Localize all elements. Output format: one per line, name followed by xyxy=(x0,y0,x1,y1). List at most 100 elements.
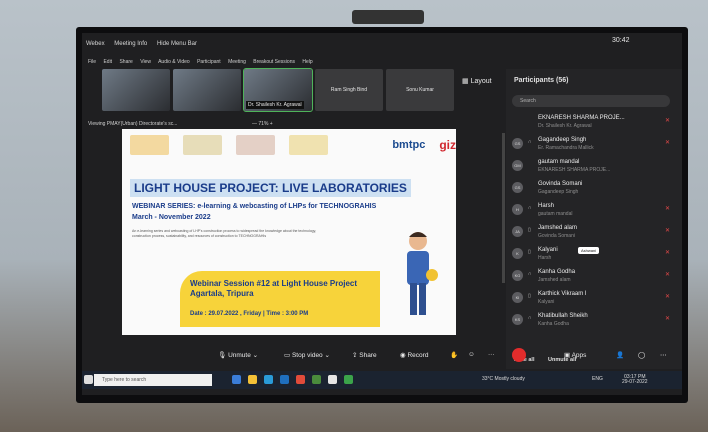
list-item[interactable]: JA ▯ Jamshed alam Govinda Somani ✕ xyxy=(512,223,676,245)
participants-panel: Participants (56) Search EKNARESH SHARMA… xyxy=(506,69,682,369)
mic-muted-icon: ✕ xyxy=(664,206,670,212)
menu-edit[interactable]: Edit xyxy=(103,59,112,65)
stop-video-label: Stop video xyxy=(291,352,323,359)
record-button[interactable]: ◉ Record xyxy=(400,351,428,359)
list-item[interactable]: KI ▯ Karthick Vikraam I Kalyani ✕ xyxy=(512,289,676,311)
video-thumb-speaker[interactable]: Dr. Shailesh Kr. Agrawal xyxy=(243,68,313,112)
participant-name: Kalyani xyxy=(538,247,558,253)
avatar: JA xyxy=(512,226,523,237)
mic-muted-icon: ✕ xyxy=(664,316,670,322)
menu-file[interactable]: File xyxy=(88,59,96,65)
logo xyxy=(130,135,170,155)
title-bar: Webex Meeting Info Hide Menu Bar xyxy=(82,33,502,55)
zoom-level[interactable]: — 71% + xyxy=(252,121,273,127)
layout-label: Layout xyxy=(470,78,492,85)
participant-sub: gautam mandal xyxy=(538,211,573,217)
avatar: GS xyxy=(512,182,523,193)
menu-meeting[interactable]: Meeting xyxy=(228,59,246,65)
phone-icon: ▯ xyxy=(528,227,531,233)
menu-participant[interactable]: Participant xyxy=(197,59,221,65)
slide-datetime: Date : 29.07.2022 , Friday | Time : 3:00… xyxy=(190,311,309,317)
share-label: Share xyxy=(359,352,377,359)
menu-help[interactable]: Help xyxy=(302,59,312,65)
webex-icon[interactable] xyxy=(344,375,353,384)
clock-date: 29-07-2022 xyxy=(622,379,648,385)
participants-icon[interactable]: 👤 xyxy=(616,351,624,359)
list-item[interactable]: GM gautam mandal EKNARESH SHARMA PROJE..… xyxy=(512,157,676,179)
thumb-name: Sonu Kumar xyxy=(406,87,434,93)
slide-session: Webinar Session #12 at Light House Proje… xyxy=(190,279,358,298)
list-item[interactable]: KS ∩ Khatibullah Sheikh Kanha Godha ✕ xyxy=(512,311,676,333)
video-thumb[interactable]: Ram Singh Bind xyxy=(315,69,383,111)
list-item[interactable]: GS ∩ Gagandeep Singh Er. Ramachandra Mal… xyxy=(512,135,676,157)
bmtpc-logo: bmtpc xyxy=(392,139,426,151)
taskbar-search-input[interactable]: Type here to search xyxy=(94,374,212,386)
system-clock[interactable]: 03:17 PM 29-07-2022 xyxy=(622,375,648,385)
more-icon[interactable]: ··· xyxy=(488,351,495,358)
avatar: K xyxy=(512,248,523,259)
video-thumb[interactable] xyxy=(173,69,241,111)
headset-icon: ∩ xyxy=(528,139,532,145)
list-item[interactable]: H ∩ Harsh gautam mandal ✕ xyxy=(512,201,676,223)
shared-slide: bmtpc giz LIGHT HOUSE PROJECT: LIVE LABO… xyxy=(122,129,456,335)
share-button[interactable]: ⇪ Share xyxy=(352,351,377,359)
list-item[interactable]: GS Govinda Somani Gagandeep Singh xyxy=(512,179,676,201)
participant-name: Harsh xyxy=(538,203,555,209)
task-view-icon[interactable] xyxy=(232,375,241,384)
file-explorer-icon[interactable] xyxy=(248,375,257,384)
video-thumb[interactable] xyxy=(102,69,170,111)
reactions-icon[interactable]: ☺ xyxy=(468,351,475,358)
video-thumb[interactable]: Sonu Kumar xyxy=(386,69,454,111)
windows-start-icon[interactable] xyxy=(84,375,93,384)
word-icon[interactable] xyxy=(280,375,289,384)
language-indicator[interactable]: ENG xyxy=(592,376,603,382)
chat-icon[interactable]: ◯ xyxy=(638,351,645,359)
logo xyxy=(236,135,276,155)
menu-share[interactable]: Share xyxy=(119,59,132,65)
apps-icon: ▣ xyxy=(564,352,572,359)
participants-header: Participants (56) xyxy=(514,77,569,84)
headset-icon: ∩ xyxy=(528,271,532,277)
list-item[interactable]: EKNARESH SHARMA PROJE... Dr. Shailesh Kr… xyxy=(512,113,676,135)
end-call-button[interactable] xyxy=(512,348,526,362)
excel-icon[interactable] xyxy=(312,375,321,384)
mic-muted-icon: ✕ xyxy=(664,250,670,256)
windows-taskbar: Type here to search 33°C Mostly cloudy E… xyxy=(82,371,682,389)
chrome-icon[interactable] xyxy=(296,375,305,384)
more-options-icon[interactable]: ⋯ xyxy=(660,351,667,359)
unmute-button[interactable]: 🎙 Unmute ⌄ xyxy=(218,351,258,359)
participant-name: Khatibullah Sheikh xyxy=(538,313,588,319)
list-item[interactable]: K ▯ Kalyani Harsh Ashwani ✕ xyxy=(512,245,676,267)
apps-label: Apps xyxy=(571,352,587,359)
camera-icon: ▭ xyxy=(284,352,292,359)
avatar: KS xyxy=(512,314,523,325)
hide-menu-button[interactable]: Hide Menu Bar xyxy=(157,41,197,47)
phone-icon: ▯ xyxy=(528,293,531,299)
meeting-info-button[interactable]: Meeting Info xyxy=(114,41,147,47)
stop-video-button[interactable]: ▭ Stop video ⌄ xyxy=(284,351,330,359)
vertical-scrollbar[interactable] xyxy=(502,133,505,283)
apps-button[interactable]: ▣ Apps xyxy=(564,351,586,359)
participant-search-input[interactable]: Search xyxy=(512,95,670,107)
layout-button[interactable]: ▦ Layout xyxy=(462,77,492,85)
menu-view[interactable]: View xyxy=(140,59,151,65)
participant-sub: EKNARESH SHARMA PROJE... xyxy=(538,167,611,173)
participant-sub: Er. Ramachandra Mallick xyxy=(538,145,594,151)
list-item[interactable]: KG ∩ Kanha Godha Jamshed alam ✕ xyxy=(512,267,676,289)
avatar: KI xyxy=(512,292,523,303)
phone-icon: ▯ xyxy=(528,249,531,255)
raise-hand-icon[interactable]: ✋ xyxy=(450,351,458,359)
weather-widget[interactable]: 33°C Mostly cloudy xyxy=(482,376,525,382)
record-label: Record xyxy=(407,352,429,359)
participant-name: Gagandeep Singh xyxy=(538,137,587,143)
monitor: Webex Meeting Info Hide Menu Bar 30:42 F… xyxy=(76,27,688,403)
avatar: KG xyxy=(512,270,523,281)
mic-muted-icon: ✕ xyxy=(664,294,670,300)
edge-icon[interactable] xyxy=(264,375,273,384)
participant-sub: Jamshed alam xyxy=(538,277,571,283)
headset-icon: ∩ xyxy=(528,205,532,211)
menu-audio-video[interactable]: Audio & Video xyxy=(158,59,190,65)
app-icon[interactable] xyxy=(328,375,337,384)
participant-name: Govinda Somani xyxy=(538,181,583,187)
menu-breakout[interactable]: Breakout Sessions xyxy=(253,59,295,65)
